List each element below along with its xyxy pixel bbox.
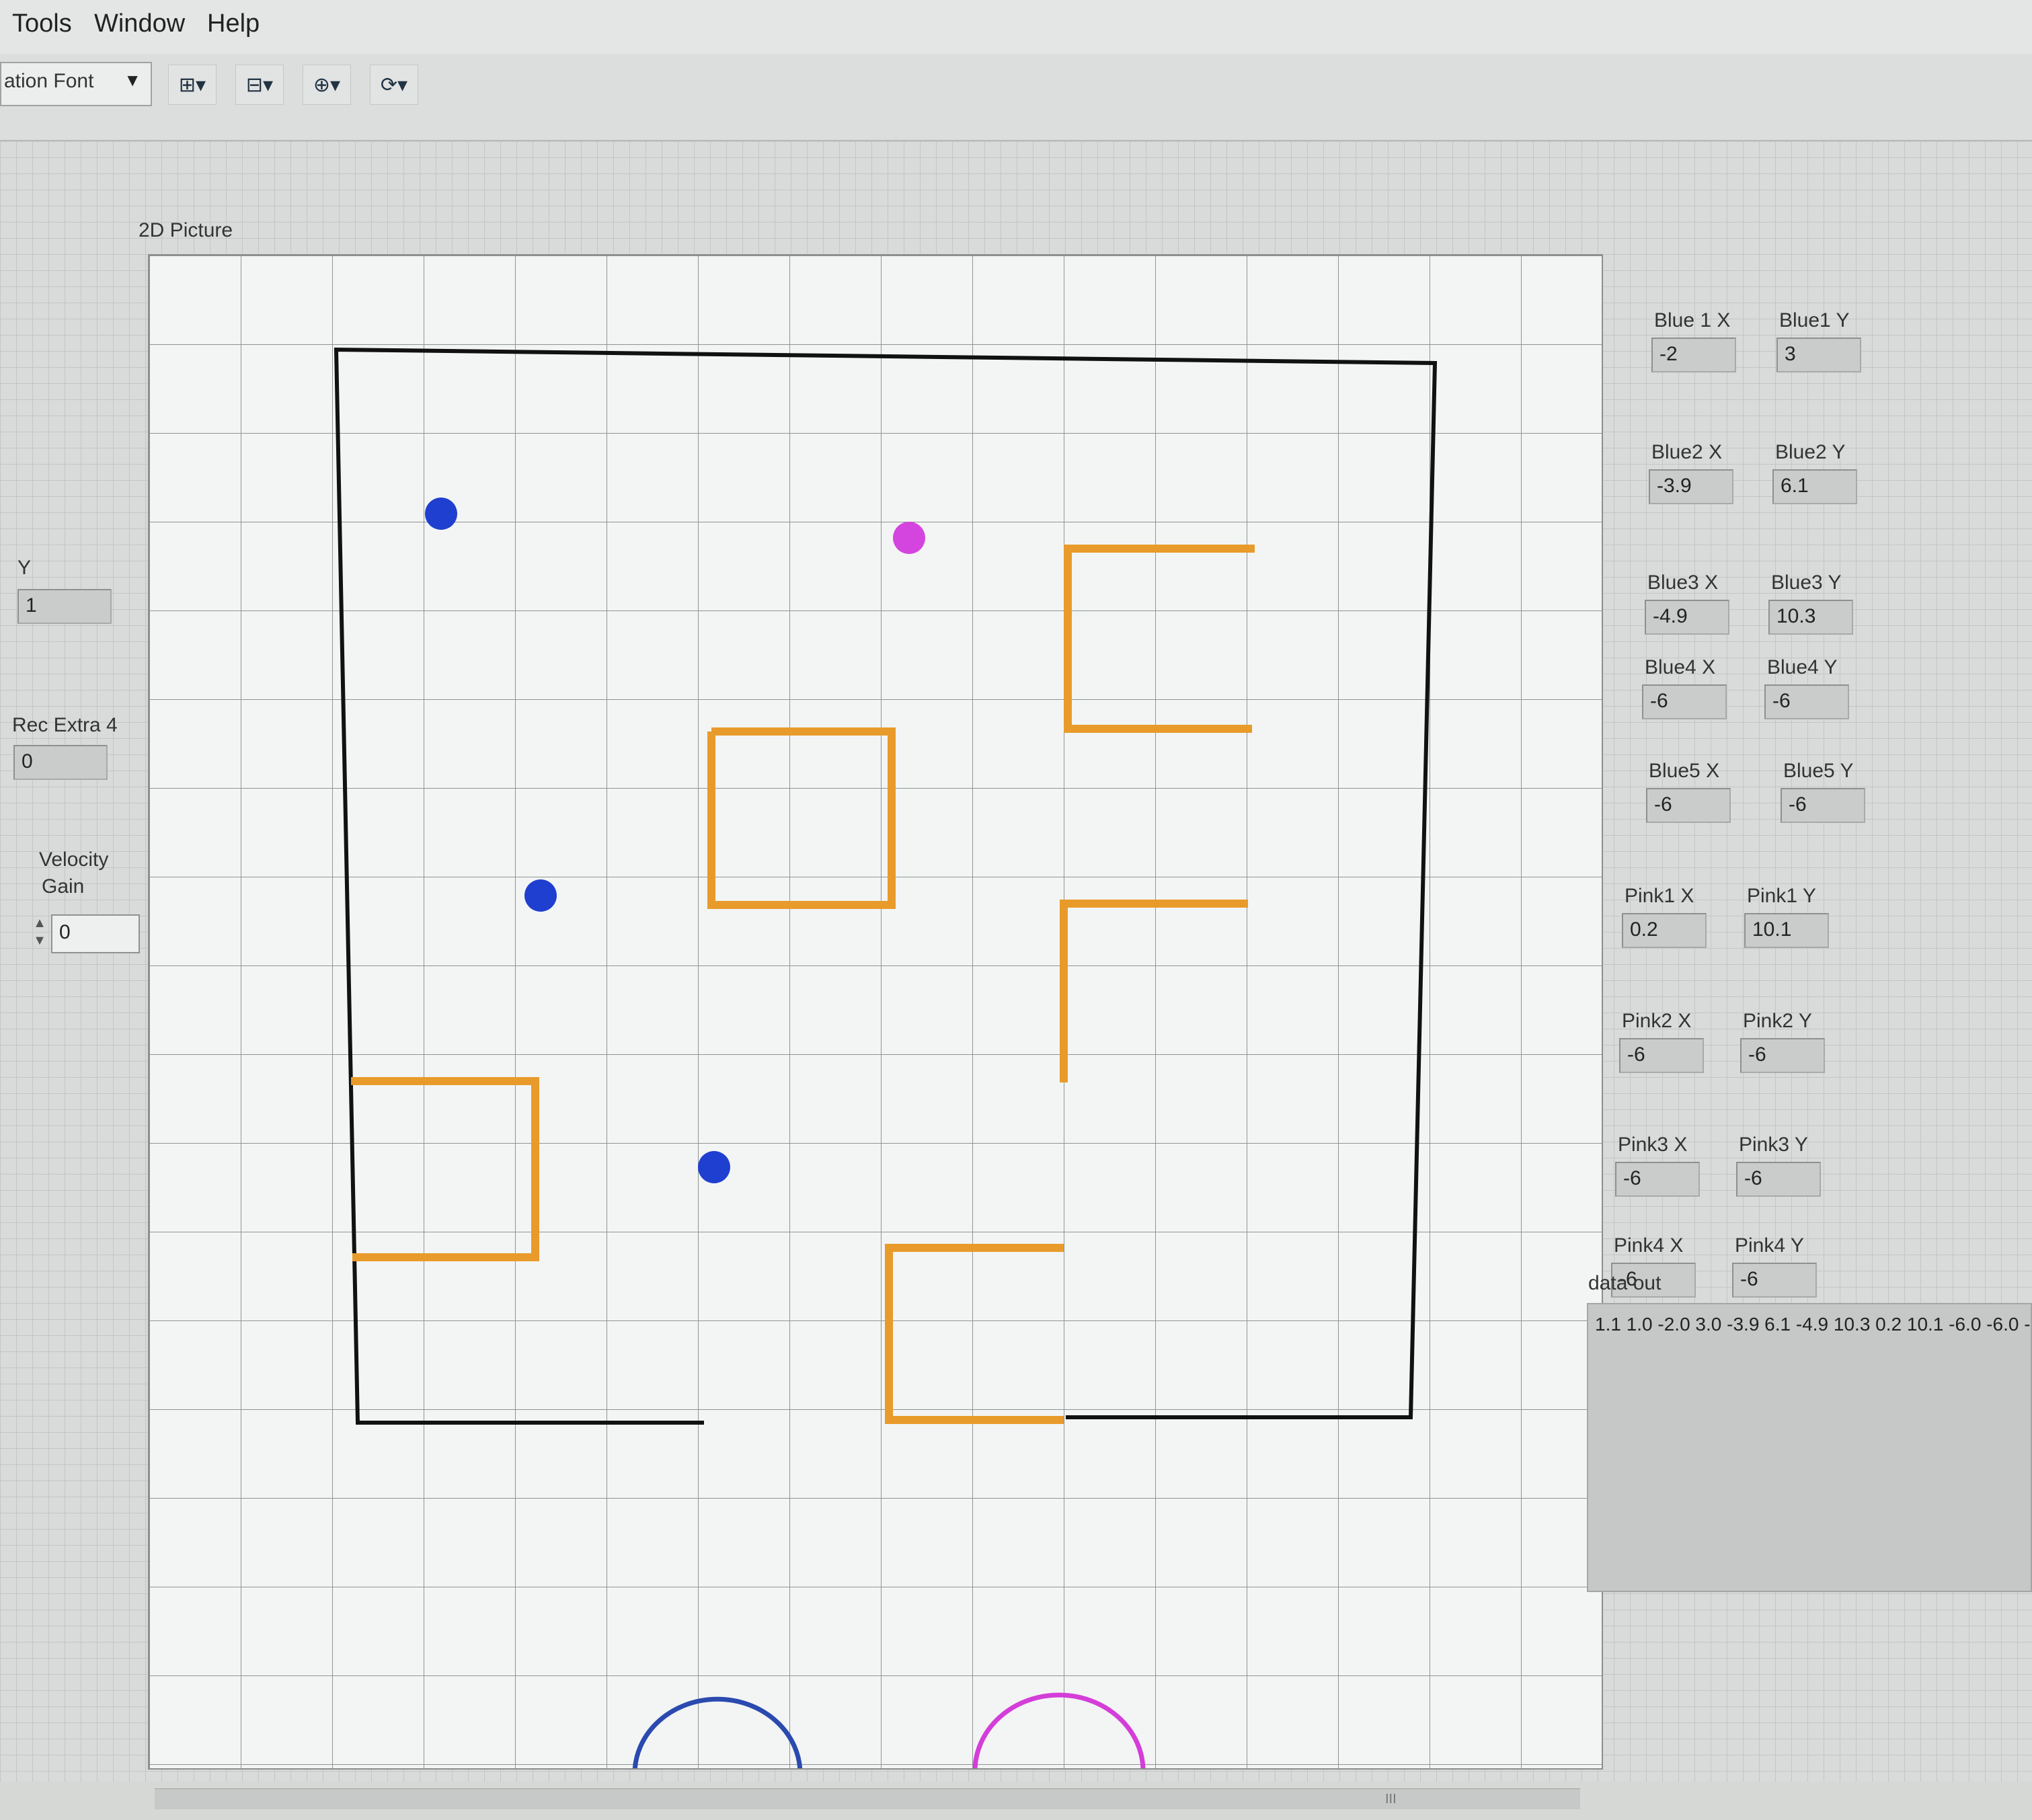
data-out-indicator: 1.1 1.0 -2.0 3.0 -3.9 6.1 -4.9 10.3 0.2 … (1587, 1303, 2032, 1592)
indicator-y-label: Pink2 Y (1743, 1010, 1812, 1032)
menu-bar: Tools Window Help (0, 0, 2032, 54)
indicator-x-label: Pink1 X (1625, 885, 1694, 907)
menu-tools[interactable]: Tools (12, 9, 72, 38)
chevron-down-icon: ▼ (124, 70, 141, 90)
indicator-y-label: Pink1 Y (1747, 885, 1816, 907)
indicator-y-label: Blue3 Y (1771, 571, 1842, 594)
blue-robot-2 (524, 879, 557, 912)
distribute-objects-icon[interactable]: ⊟▾ (235, 65, 284, 105)
indicator-x-value: 0.2 (1622, 913, 1707, 948)
pink-robot-1 (893, 522, 925, 554)
indicator-x-value: -4.9 (1645, 600, 1729, 635)
font-select-value: ation Font (4, 70, 94, 92)
indicator-x-label: Blue2 X (1651, 441, 1723, 463)
indicator-x-value: -6 (1615, 1162, 1700, 1197)
velocity-label: Velocity (39, 848, 109, 871)
indicator-x-label: Blue 1 X (1654, 309, 1731, 331)
indicator-y-value: 6.1 (1772, 469, 1857, 504)
picture-horizontal-scrollbar[interactable]: III (155, 1788, 1580, 1809)
indicator-x-label: Blue3 X (1647, 571, 1719, 594)
2d-picture[interactable] (148, 254, 1603, 1770)
font-select[interactable]: ation Font ▼ (0, 62, 152, 106)
indicator-y-label: Blue1 Y (1779, 309, 1850, 331)
indicator-y-label: Blue2 Y (1775, 441, 1846, 463)
indicator-y-value: -6 (1781, 788, 1865, 823)
window-top-bar: Tools Window Help ation Font ▼ ⊞▾ ⊟▾ ⊕▾ … (0, 0, 2032, 141)
rec-extra-indicator: 0 (13, 745, 108, 780)
indicator-y-value: 3 (1776, 338, 1861, 372)
gain-label: Gain (42, 875, 85, 898)
rec-extra-label: Rec Extra 4 (12, 714, 118, 736)
y-label: Y (17, 557, 32, 579)
blue-robot-3 (698, 1151, 730, 1183)
indicator-y-label: Blue5 Y (1783, 760, 1854, 782)
indicator-x-label: Pink2 X (1622, 1010, 1692, 1032)
indicator-y-value: -6 (1736, 1162, 1821, 1197)
indicator-y-value: -6 (1740, 1038, 1825, 1073)
indicator-x-label: Blue5 X (1649, 760, 1720, 782)
indicator-x-label: Pink4 X (1614, 1234, 1684, 1257)
scroll-thumb-grip[interactable]: III (1385, 1792, 1397, 1807)
indicator-x-value: -6 (1619, 1038, 1704, 1073)
indicator-y-label: Pink4 Y (1735, 1234, 1804, 1257)
indicator-x-value: -3.9 (1649, 469, 1733, 504)
data-out-label: data out (1588, 1272, 1662, 1294)
picture-grid (149, 255, 1602, 1768)
indicator-y-value: 10.1 (1744, 913, 1829, 948)
indicator-y-value: -6 (1732, 1263, 1817, 1298)
velocity-stepper-icon[interactable]: ▲ ▼ (30, 914, 50, 953)
resize-objects-icon[interactable]: ⊕▾ (303, 65, 351, 105)
indicator-x-label: Blue4 X (1645, 656, 1716, 678)
indicator-y-value: 10.3 (1768, 600, 1853, 635)
toolbar: ation Font ▼ ⊞▾ ⊟▾ ⊕▾ ⟳▾ (0, 54, 2032, 134)
menu-help[interactable]: Help (207, 9, 260, 38)
indicator-y-value: -6 (1764, 684, 1849, 719)
indicator-x-value: -6 (1642, 684, 1727, 719)
indicator-x-value: -6 (1646, 788, 1731, 823)
menu-window[interactable]: Window (94, 9, 185, 38)
indicator-x-label: Pink3 X (1618, 1134, 1688, 1156)
blue-robot-1 (425, 498, 457, 530)
velocity-gain-input[interactable]: 0 (51, 914, 140, 953)
y-indicator: 1 (17, 589, 112, 624)
picture-label: 2D Picture (139, 219, 233, 241)
indicator-x-value: -2 (1651, 338, 1736, 372)
reorder-icon[interactable]: ⟳▾ (370, 65, 418, 105)
indicator-y-label: Blue4 Y (1767, 656, 1838, 678)
align-objects-icon[interactable]: ⊞▾ (168, 65, 217, 105)
indicator-y-label: Pink3 Y (1739, 1134, 1808, 1156)
